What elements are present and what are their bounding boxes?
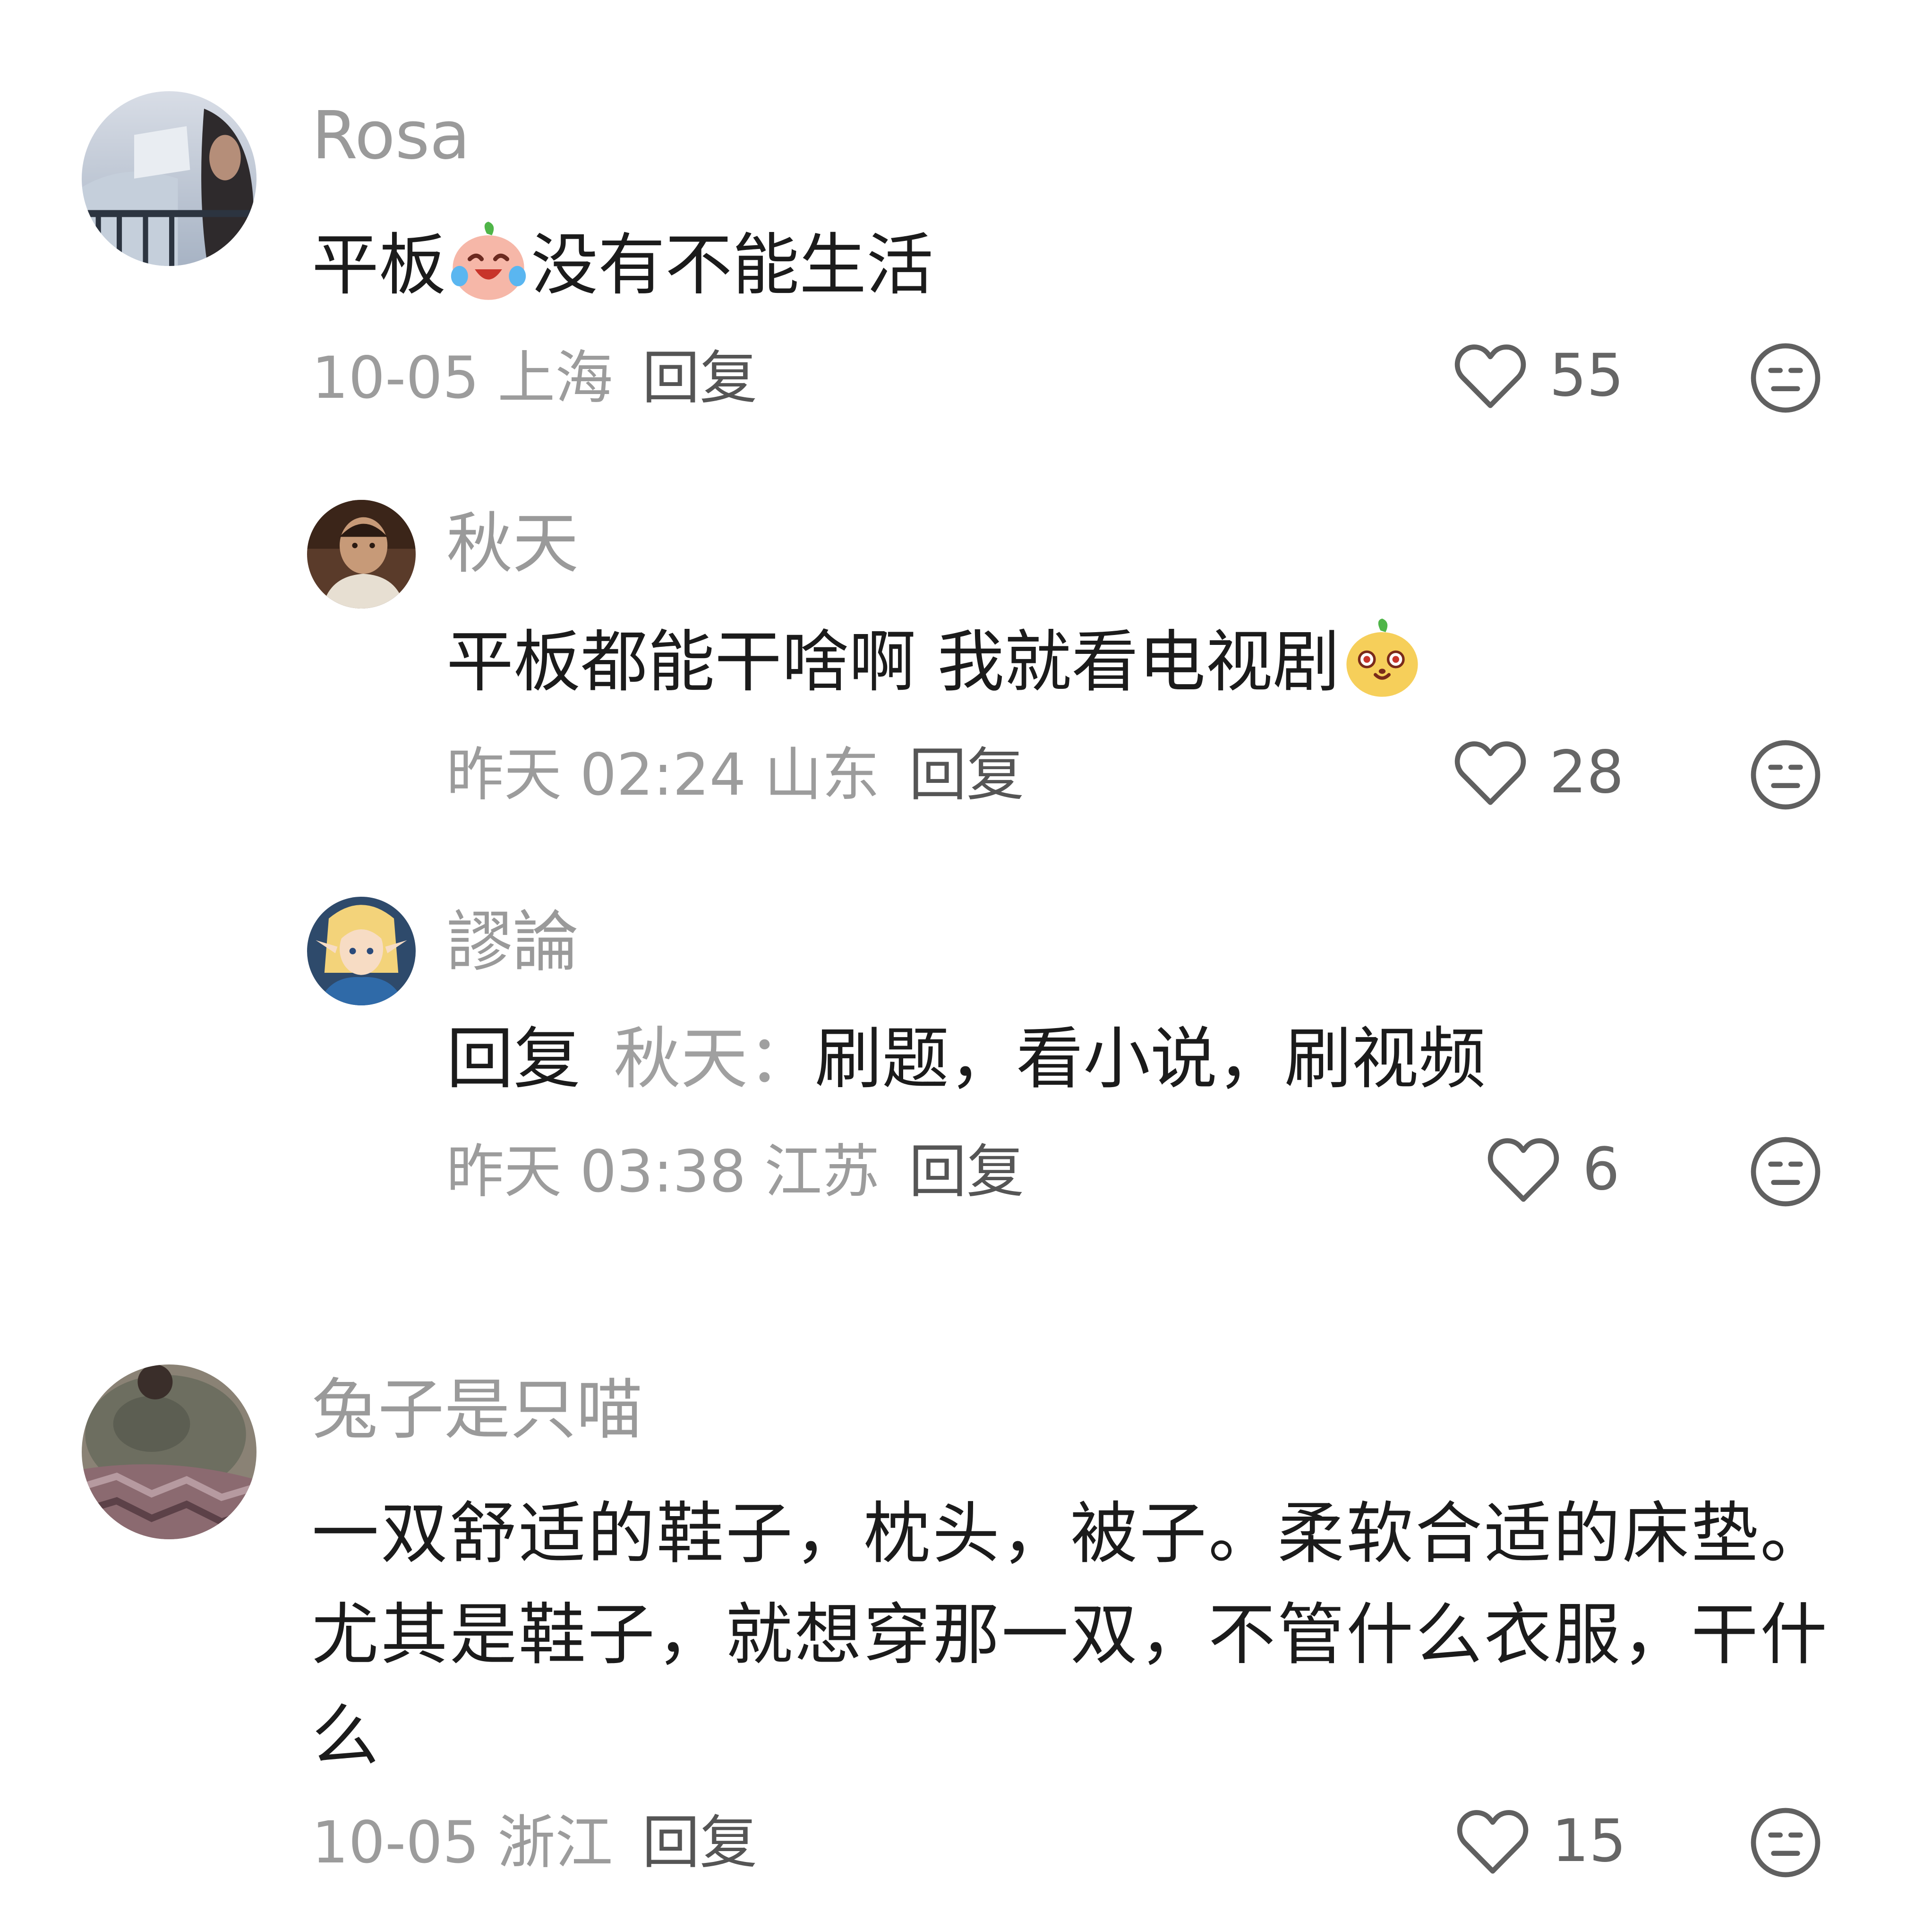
comment-meta: 10-05 上海 回复 xyxy=(312,343,757,413)
reply-text: 回复 秋天：刷题，看小说，刷视频 xyxy=(446,1009,1486,1110)
reply-button[interactable]: 回复 xyxy=(909,741,1024,808)
reply-button[interactable]: 回复 xyxy=(642,1809,757,1876)
dislike-face-icon[interactable] xyxy=(1748,737,1823,813)
reply-text-part: 刷题，看小说，刷视频 xyxy=(815,1020,1486,1098)
like-button[interactable]: 6 xyxy=(1486,1129,1620,1209)
username[interactable]: 秋天 xyxy=(446,506,579,582)
like-count: 6 xyxy=(1582,1135,1620,1203)
heart-icon xyxy=(1454,741,1526,805)
reply-button[interactable]: 回复 xyxy=(909,1138,1024,1205)
comment-text-part: 平板 xyxy=(312,226,446,304)
username[interactable]: Rosa xyxy=(312,98,470,174)
username[interactable]: 兔子是只喵 xyxy=(312,1372,642,1448)
reply-meta: 昨天 02:24 山东 回复 xyxy=(446,739,1024,810)
like-button[interactable]: 15 xyxy=(1455,1801,1626,1881)
date-location: 昨天 03:38 江苏 xyxy=(446,1138,880,1205)
like-count: 55 xyxy=(1549,342,1624,410)
avatar[interactable] xyxy=(82,91,256,266)
heart-icon xyxy=(1454,344,1526,408)
username[interactable]: 謬論 xyxy=(446,905,579,980)
comment-meta: 10-05 浙江 回复 xyxy=(312,1807,757,1878)
reply-text: 平板都能干啥啊 我就看电视剧 xyxy=(446,612,1425,713)
reply-target-username[interactable]: 秋天： xyxy=(614,1020,815,1098)
dislike-face-icon[interactable] xyxy=(1748,340,1823,416)
heart-icon xyxy=(1457,1810,1529,1874)
comment-text-part: 没有不能生活 xyxy=(531,226,933,304)
reply-meta: 昨天 03:38 江苏 回复 xyxy=(446,1136,1024,1207)
dislike-face-icon[interactable] xyxy=(1748,1134,1823,1209)
reply-text-part: 平板都能干啥啊 我就看电视剧 xyxy=(446,623,1340,701)
date-location: 10-05 浙江 xyxy=(312,1809,613,1876)
avatar[interactable] xyxy=(82,1364,256,1539)
like-button[interactable]: 28 xyxy=(1453,732,1624,813)
like-count: 15 xyxy=(1552,1807,1626,1875)
date-location: 10-05 上海 xyxy=(312,344,613,412)
comment-text: 一双舒适的鞋子，枕头，被子。柔软合适的床垫。尤其是鞋子，就想穿那一双，不管什么衣… xyxy=(312,1495,1829,1775)
comment-text: 平板 没有不能生活 xyxy=(312,215,933,316)
avatar[interactable] xyxy=(307,897,416,1005)
smug-face-emoji xyxy=(1340,615,1425,700)
reply-button[interactable]: 回复 xyxy=(642,344,757,412)
reply-prefix: 回复 xyxy=(446,1020,581,1098)
like-count: 28 xyxy=(1549,738,1624,806)
like-button[interactable]: 55 xyxy=(1453,335,1624,416)
avatar[interactable] xyxy=(307,500,416,609)
date-location: 昨天 02:24 山东 xyxy=(446,741,880,808)
dislike-face-icon[interactable] xyxy=(1748,1805,1823,1880)
crying-laughing-emoji xyxy=(446,218,531,303)
heart-icon xyxy=(1487,1138,1559,1202)
